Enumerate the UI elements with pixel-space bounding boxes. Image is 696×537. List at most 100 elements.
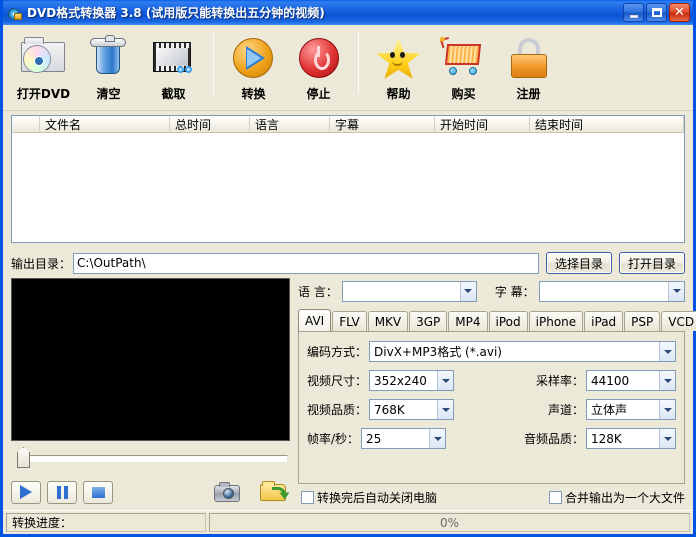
app-window: DVD格式转换器 3.8 (试用版只能转换出五分钟的视频) ✕ 打开DVD 清空 [0,0,696,537]
minimize-button[interactable] [623,3,644,22]
open-folder-icon[interactable] [260,481,290,503]
camera-icon[interactable] [214,482,240,502]
merge-output-label: 合并输出为一个大文件 [564,490,685,505]
file-list-body[interactable] [12,133,684,242]
tab-mp4[interactable]: MP4 [448,311,488,331]
tab-flv[interactable]: FLV [332,311,367,331]
shutdown-after-checkbox[interactable]: 转换完后自动关闭电脑 [301,489,437,506]
language-select[interactable] [341,280,477,302]
frame-rate-label: 帧率/秒： [307,432,360,446]
help-label: 帮助 [386,87,411,101]
sample-rate-select[interactable]: 44100 [586,370,676,391]
convert-button[interactable]: 转换 [221,30,286,108]
audio-quality-value: 128K [591,431,622,446]
video-quality-value: 768K [374,402,405,417]
column-header-check[interactable] [12,116,40,133]
column-header-subtitle[interactable]: 字幕 [330,116,435,133]
app-icon [7,5,23,21]
tab-avi[interactable]: AVI [298,309,332,331]
clip-button[interactable]: 截取 [141,30,206,108]
open-directory-button[interactable]: 打开目录 [618,252,685,274]
choose-directory-button[interactable]: 选择目录 [545,252,612,274]
video-size-select[interactable]: 352x240 [369,370,455,391]
chevron-down-icon [659,371,675,390]
chevron-down-icon [659,429,675,448]
chevron-down-icon [659,400,675,419]
output-path-input[interactable]: C:\OutPath\ [73,252,539,274]
subtitle-label: 字 幕： [494,284,535,299]
audio-quality-select[interactable]: 128K [586,428,676,449]
video-quality-label: 视频品质： [307,403,368,417]
tab-ipad[interactable]: iPad [584,311,624,331]
buy-button[interactable]: 购买 [431,30,496,108]
format-tabs: AVI FLV MKV 3GP MP4 iPod iPhone iPad PSP… [298,308,696,331]
checkbox-icon [301,490,314,504]
register-button[interactable]: 注册 [496,30,561,108]
sample-rate-field: 采样率： 44100 [492,370,676,391]
tab-ipod[interactable]: iPod [488,311,528,331]
video-quality-select[interactable]: 768K [369,399,455,420]
seek-slider[interactable] [11,447,290,469]
column-header-end-time[interactable]: 结束时间 [530,116,684,133]
subtitle-select[interactable] [538,280,685,302]
column-header-duration[interactable]: 总时间 [170,116,250,133]
chevron-down-icon [437,400,454,419]
seek-slider-track [25,455,288,463]
shopping-cart-icon [437,32,491,82]
channel-select[interactable]: 立体声 [586,399,676,420]
output-directory-row: 输出目录： C:\OutPath\ 选择目录 打开目录 [3,248,693,278]
merge-output-checkbox[interactable]: 合并输出为一个大文件 [548,489,685,506]
window-controls: ✕ [623,3,691,22]
sample-rate-label: 采样率： [535,374,584,388]
chevron-down-icon [437,371,454,390]
register-label: 注册 [516,87,541,101]
options-row: 转换完后自动关闭电脑 合并输出为一个大文件 [3,484,693,510]
channel-label: 声道： [547,403,584,417]
channel-field: 声道： 立体声 [492,399,676,420]
encoding-select[interactable]: DivX+MP3格式 (*.avi) [369,341,676,362]
frame-rate-value: 25 [366,431,382,446]
file-list[interactable]: 文件名 总时间 语言 字幕 开始时间 结束时间 [11,115,685,243]
chevron-down-icon [668,281,684,301]
quality-channel-row: 视频品质： 768K 声道： 立体声 [307,399,676,420]
tab-psp[interactable]: PSP [624,311,661,331]
size-samplerate-row: 视频尺寸： 352x240 采样率： 44100 [307,370,676,391]
open-dvd-button[interactable]: 打开DVD [11,30,76,108]
checkbox-icon [548,490,562,504]
video-preview[interactable] [11,278,290,441]
column-header-start-time[interactable]: 开始时间 [435,116,530,133]
column-header-filename[interactable]: 文件名 [40,116,170,133]
output-directory-label: 输出目录： [11,256,72,271]
tab-vcd[interactable]: VCD [661,311,696,331]
channel-value: 立体声 [591,403,628,417]
title-bar: DVD格式转换器 3.8 (试用版只能转换出五分钟的视频) ✕ [3,0,693,25]
chevron-down-icon [659,342,675,361]
audio-quality-field: 音频品质： 128K [492,428,676,449]
padlock-icon [502,32,556,82]
tab-iphone[interactable]: iPhone [528,311,584,331]
video-size-label: 视频尺寸： [307,374,368,388]
film-clip-icon [147,32,201,82]
settings-column: 语 言： 字 幕： AVI FLV MKV 3GP MP4 iPod iPhon… [298,278,696,484]
video-quality-field: 视频品质： 768K [307,399,492,420]
clear-button[interactable]: 清空 [76,30,141,108]
main-content: 语 言： 字 幕： AVI FLV MKV 3GP MP4 iPod iPhon… [3,278,696,504]
tab-mkv[interactable]: MKV [367,311,409,331]
help-button[interactable]: 帮助 [366,30,431,108]
encoding-label: 编码方式： [307,345,368,359]
close-button[interactable]: ✕ [669,3,690,22]
video-size-field: 视频尺寸： 352x240 [307,370,492,391]
trash-icon [82,32,136,82]
stop-button[interactable]: 停止 [286,30,351,108]
seek-slider-thumb[interactable] [17,447,30,468]
audio-quality-label: 音频品质： [523,432,584,446]
column-header-language[interactable]: 语言 [250,116,330,133]
language-label: 语 言： [298,284,338,299]
format-settings-panel: 编码方式： DivX+MP3格式 (*.avi) 视频尺寸： 352x240 采… [298,331,685,484]
frame-rate-select[interactable]: 25 [361,428,447,449]
frame-rate-field: 帧率/秒： 25 [307,428,492,449]
tab-3gp[interactable]: 3GP [409,311,448,331]
maximize-button[interactable] [646,3,667,22]
open-dvd-icon [17,32,71,82]
toolbar-separator-2 [358,32,359,94]
